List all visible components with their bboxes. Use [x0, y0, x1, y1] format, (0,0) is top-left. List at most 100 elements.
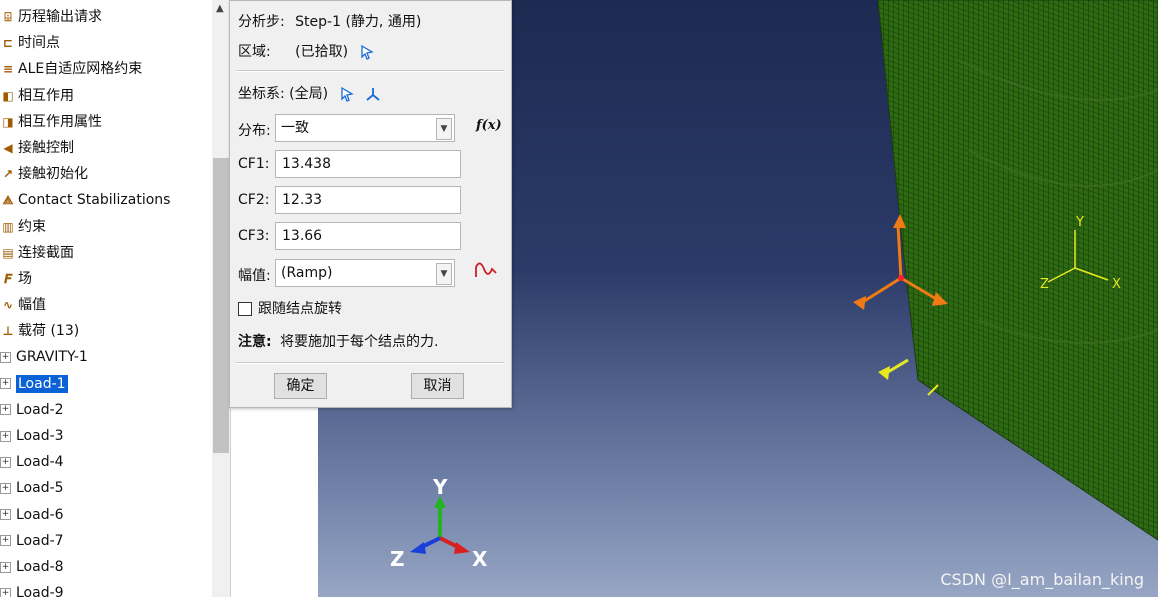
amplitude-select[interactable]: (Ramp) ▼ [275, 259, 455, 287]
expand-plus-icon[interactable]: + [0, 482, 11, 494]
tree-item[interactable]: ◀ 接触控制 [0, 135, 212, 161]
tree-load-item[interactable]: + Load-3 [0, 423, 212, 449]
edit-load-dialog: 分析步: Step-1 (静力, 通用) 区域: (已拾取) 坐标系: (全局)… [229, 0, 512, 408]
tree-load-item[interactable]: + Load-4 [0, 449, 212, 475]
chevron-down-icon[interactable]: ▼ [436, 118, 452, 140]
axis-x-label: X [472, 547, 488, 571]
connector-section-icon: ▤ [2, 245, 14, 260]
note-row: 注意: 将要施加于每个结点的力. [238, 331, 439, 351]
tree-load-label: Load-8 [16, 558, 64, 575]
follow-rotation-row[interactable]: 跟随结点旋转 [238, 298, 342, 318]
model-tree[interactable]: ⌹ 历程输出请求 ⊏ 时间点 ≡ ALE自适应网格约束 ◧ 相互作用 ◨ 相互作用属性 ◀ 接触控制 ↗… [0, 0, 231, 597]
distribution-value: 一致 [281, 120, 309, 136]
tree-item-label: 时间点 [18, 35, 60, 52]
expand-plus-icon[interactable]: + [0, 587, 11, 597]
contact-init-icon: ↗ [2, 167, 14, 182]
expand-plus-icon[interactable]: + [0, 430, 11, 442]
scroll-up-icon[interactable]: ▲ [216, 3, 224, 14]
step-value: Step-1 (静力, 通用) [295, 14, 422, 30]
cf3-input[interactable] [275, 222, 461, 250]
region-value: (已拾取) [295, 44, 349, 60]
amplitude-create-icon[interactable] [474, 261, 498, 281]
tree-item[interactable]: ⌹ 历程输出请求 [0, 4, 212, 30]
expand-plus-icon[interactable]: + [0, 535, 11, 547]
tree-item[interactable]: ⊥ 载荷 (13) [0, 318, 212, 344]
local-z-label: Z [1040, 277, 1049, 292]
tree-load-item[interactable]: + Load-9 [0, 580, 212, 597]
tree-item[interactable]: ∿ 幅值 [0, 292, 212, 318]
step-row: 分析步: Step-1 (静力, 通用) [238, 11, 421, 31]
tree-load-item[interactable]: + Load-1 [0, 371, 212, 397]
cf1-input[interactable] [275, 150, 461, 178]
csys-pick-arrow-icon[interactable] [339, 86, 355, 102]
region-pick-arrow-icon[interactable] [359, 44, 375, 60]
tree-item[interactable]: ◨ 相互作用属性 [0, 109, 212, 135]
follow-rotation-checkbox[interactable] [238, 302, 252, 316]
expand-plus-icon[interactable]: + [0, 456, 11, 468]
distribution-select[interactable]: 一致 ▼ [275, 114, 455, 142]
tree-load-item[interactable]: + Load-6 [0, 502, 212, 528]
tree-item[interactable]: ◧ 相互作用 [0, 83, 212, 109]
local-x-label: X [1112, 277, 1121, 292]
cancel-button[interactable]: 取消 [411, 373, 464, 399]
expand-plus-icon[interactable]: + [0, 378, 11, 390]
tree-scrollbar[interactable]: ▲ [212, 0, 230, 597]
history-output-icon: ⌹ [4, 10, 12, 25]
expand-plus-icon[interactable]: + [0, 352, 11, 364]
tree-load-item[interactable]: + Load-8 [0, 554, 212, 580]
tree-item-label: 连接截面 [18, 244, 74, 261]
tree-load-label: GRAVITY-1 [16, 349, 88, 366]
tree-load-label: Load-5 [16, 480, 64, 497]
chevron-down-icon[interactable]: ▼ [436, 263, 452, 285]
fx-button[interactable]: f(x) [476, 118, 502, 133]
csys-label: 坐标系: (全局) [238, 86, 329, 102]
interaction-icon: ◧ [2, 88, 14, 103]
axis-z-label: Z [390, 547, 405, 571]
contact-stabilization-icon: ⟁ [2, 193, 14, 208]
tree-item-label: ALE自适应网格约束 [18, 61, 143, 78]
tree-item[interactable]: ⊏ 时间点 [0, 30, 212, 56]
ok-button[interactable]: 确定 [274, 373, 327, 399]
cf2-input[interactable] [275, 186, 461, 214]
tree-load-item[interactable]: + Load-5 [0, 475, 212, 501]
constraint-icon: ▥ [2, 219, 14, 234]
tree-load-label: Load-7 [16, 532, 64, 549]
step-label: 分析步: [238, 14, 285, 30]
expand-plus-icon[interactable]: + [0, 561, 11, 573]
tree-load-item[interactable]: + Load-7 [0, 528, 212, 554]
time-points-icon: ⊏ [2, 36, 14, 51]
cf1-label: CF1: [238, 156, 270, 172]
global-triad: Y X Z [390, 475, 488, 571]
follow-rotation-label: 跟随结点旋转 [258, 301, 342, 317]
csys-create-icon[interactable] [365, 86, 381, 102]
tree-item[interactable]: 𝑭场 [0, 266, 212, 292]
tree-item-label: 约束 [18, 218, 46, 235]
tree-item[interactable]: ▥ 约束 [0, 214, 212, 240]
local-y-label: Y [1075, 215, 1084, 230]
tree-item-label: 接触控制 [18, 139, 74, 156]
tree-item[interactable]: ⟁ Contact Stabilizations [0, 187, 212, 213]
contact-control-icon: ◀ [3, 141, 13, 156]
expand-plus-icon[interactable]: + [0, 509, 11, 521]
distribution-label: 分布: [238, 123, 271, 139]
scrollbar-thumb[interactable] [213, 158, 229, 453]
separator [236, 362, 504, 364]
expand-plus-icon[interactable]: + [0, 404, 11, 416]
tree-item-label: 幅值 [18, 297, 46, 314]
tree-load-label: Load-1 [16, 374, 68, 393]
mesh-surface [877, 0, 1158, 541]
amplitude-icon: ∿ [2, 298, 14, 313]
region-row: 区域: (已拾取) [238, 41, 375, 61]
tree-load-item[interactable]: + Load-2 [0, 397, 212, 423]
tree-load-label: Load-6 [16, 506, 64, 523]
interaction-property-icon: ◨ [2, 114, 14, 129]
tree-item[interactable]: ↗ 接触初始化 [0, 161, 212, 187]
tree-item[interactable]: ▤ 连接截面 [0, 240, 212, 266]
watermark: CSDN @I_am_bailan_king [940, 570, 1144, 589]
tree-item-label: 接触初始化 [18, 166, 88, 183]
tree-load-label: Load-2 [16, 401, 64, 418]
tree-load-label: Load-4 [16, 454, 64, 471]
tree-load-item[interactable]: + GRAVITY-1 [0, 344, 212, 370]
tree-load-label: Load-3 [16, 428, 64, 444]
tree-item[interactable]: ≡ ALE自适应网格约束 [0, 56, 212, 82]
